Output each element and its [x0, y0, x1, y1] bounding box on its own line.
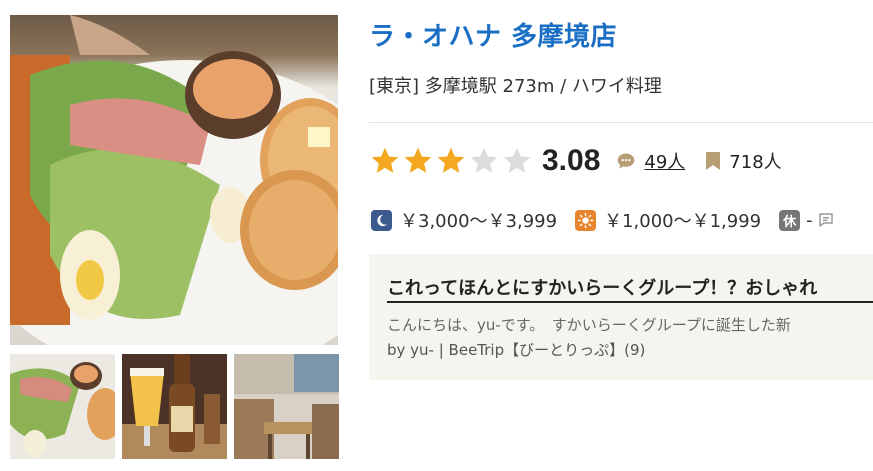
lunch-price: ￥1,000～￥1,999	[604, 211, 762, 232]
restaurant-name[interactable]: ラ・オハナ 多摩境店	[369, 16, 617, 53]
review-title[interactable]: これってほんとにすかいらーくグループ！？おしゃれ	[387, 274, 817, 300]
price-row: ￥3,000～￥3,999 ￥1,000～￥1,999 休 -	[371, 206, 835, 234]
main-photo[interactable]	[10, 15, 338, 345]
thumbnail-photo-3[interactable]	[234, 354, 339, 459]
restaurant-location-genre: [東京] 多摩境駅 273m / ハワイ料理	[369, 76, 662, 97]
thumbnail-beer-image	[122, 354, 227, 459]
sun-icon	[575, 209, 597, 231]
moon-icon	[371, 209, 392, 231]
thumbnail-food-image	[10, 354, 115, 459]
thumbnail-interior-image	[234, 354, 339, 459]
rating-row: 3.08 49人 718人	[369, 140, 782, 182]
star-rating	[369, 145, 533, 177]
review-excerpt: こんにちは、yu-です。 すかいらーくグループに誕生した新	[387, 316, 791, 334]
star-icon-filled	[371, 147, 399, 173]
comment-icon	[818, 213, 833, 227]
closed-day-badge: 休	[779, 209, 801, 231]
speech-bubble-icon	[618, 153, 635, 169]
star-icon-filled	[404, 147, 432, 173]
star-icon-empty	[503, 147, 531, 173]
food-plate-image	[10, 15, 338, 345]
star-icon-filled	[437, 147, 465, 173]
bookmark-count: 718人	[729, 152, 782, 173]
bookmark-icon	[706, 152, 721, 170]
dinner-price: ￥3,000～￥3,999	[400, 211, 558, 232]
featured-review-card[interactable]: これってほんとにすかいらーくグループ！？おしゃれ こんにちは、yu-です。 すか…	[369, 254, 873, 380]
review-author: by yu- | BeeTrip【びーとりっぷ】(9)	[387, 341, 646, 359]
rating-score: 3.08	[542, 144, 601, 177]
thumbnail-photo-2[interactable]	[122, 354, 227, 459]
closed-day-value: -	[806, 209, 813, 231]
divider	[369, 122, 873, 123]
review-title-underline	[387, 301, 873, 303]
review-count-link[interactable]: 49人	[644, 148, 685, 174]
thumbnail-photo-1[interactable]	[10, 354, 115, 459]
star-icon-empty	[470, 147, 498, 173]
